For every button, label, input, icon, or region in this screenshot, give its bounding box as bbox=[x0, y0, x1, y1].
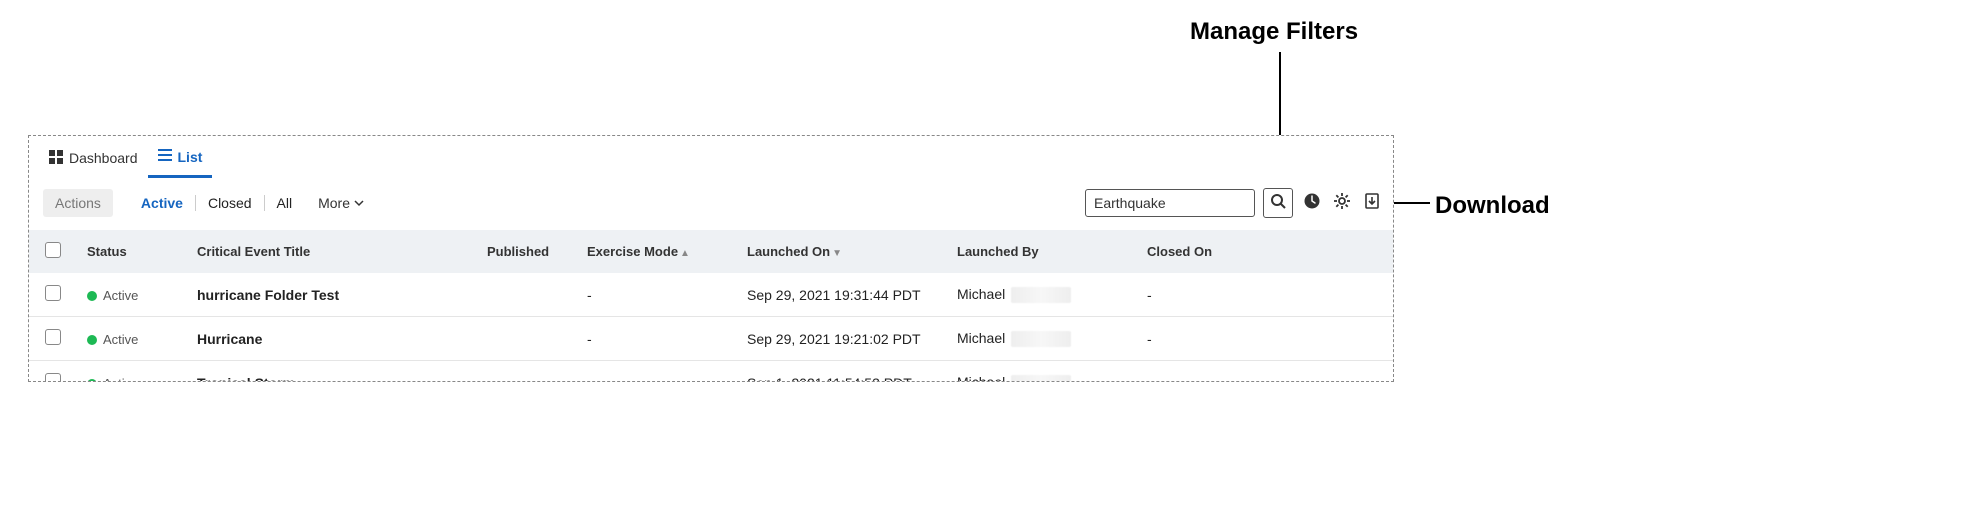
download-icon bbox=[1363, 192, 1381, 215]
launched-on-cell: Sep 1, 2021 11:54:53 PDT bbox=[737, 361, 947, 383]
col-label: Exercise Mode bbox=[587, 244, 678, 259]
toolbar: Actions Active Closed All More bbox=[29, 178, 1393, 230]
sort-asc-icon: ▲ bbox=[680, 248, 690, 259]
launched-on-cell: Sep 29, 2021 19:31:44 PDT bbox=[737, 273, 947, 317]
exercise-mode-cell: - bbox=[577, 361, 737, 383]
gear-icon bbox=[1333, 192, 1351, 215]
col-launched-by[interactable]: Launched By bbox=[947, 230, 1137, 273]
select-all-header[interactable] bbox=[29, 230, 77, 273]
launched-by-cell: Michael bbox=[947, 317, 1137, 361]
exercise-mode-cell: - bbox=[577, 273, 737, 317]
table-row[interactable]: Activehurricane Folder Test-Sep 29, 2021… bbox=[29, 273, 1393, 317]
row-checkbox[interactable] bbox=[29, 317, 77, 361]
exercise-mode-cell: - bbox=[577, 317, 737, 361]
right-tools bbox=[1085, 188, 1383, 218]
filter-more[interactable]: More bbox=[304, 195, 378, 211]
tab-label: Dashboard bbox=[69, 150, 138, 166]
filter-closed[interactable]: Closed bbox=[196, 195, 264, 211]
title-cell[interactable]: Tropical Storm bbox=[187, 361, 477, 383]
manage-filters-button[interactable] bbox=[1331, 192, 1353, 214]
status-cell: Active bbox=[77, 361, 187, 383]
col-published[interactable]: Published bbox=[477, 230, 577, 273]
table-row[interactable]: ActiveTropical Storm-Sep 1, 2021 11:54:5… bbox=[29, 361, 1393, 383]
checkbox-icon bbox=[45, 373, 61, 382]
status-text: Active bbox=[103, 332, 138, 347]
status-dot-icon bbox=[87, 335, 97, 345]
search-icon bbox=[1270, 193, 1286, 214]
annotation-manage-filters: Manage Filters bbox=[1190, 18, 1358, 46]
tab-list[interactable]: List bbox=[148, 142, 213, 178]
filter-active[interactable]: Active bbox=[129, 195, 195, 211]
event-list-panel: Dashboard List Actions Active Closed All… bbox=[28, 135, 1394, 382]
checkbox-icon bbox=[45, 242, 61, 258]
tab-label: List bbox=[178, 149, 203, 165]
filter-all[interactable]: All bbox=[265, 195, 305, 211]
col-exercise-mode[interactable]: Exercise Mode▲ bbox=[577, 230, 737, 273]
col-status[interactable]: Status bbox=[77, 230, 187, 273]
status-cell: Active bbox=[77, 273, 187, 317]
status-text: Active bbox=[103, 288, 138, 303]
status-cell: Active bbox=[77, 317, 187, 361]
status-dot-icon bbox=[87, 379, 97, 382]
checkbox-icon bbox=[45, 329, 61, 345]
events-table: Status Critical Event Title Published Ex… bbox=[29, 230, 1393, 382]
status-filter-group: Active Closed All More bbox=[129, 195, 378, 211]
status-text: Active bbox=[103, 376, 138, 383]
status-dot-icon bbox=[87, 291, 97, 301]
col-label: Launched On bbox=[747, 244, 830, 259]
published-cell bbox=[477, 317, 577, 361]
view-tabs: Dashboard List bbox=[29, 136, 1393, 178]
annotation-download: Download bbox=[1435, 192, 1550, 220]
search-button[interactable] bbox=[1263, 188, 1293, 218]
grid-icon bbox=[49, 150, 69, 167]
row-checkbox[interactable] bbox=[29, 273, 77, 317]
title-cell[interactable]: Hurricane bbox=[187, 317, 477, 361]
actions-button[interactable]: Actions bbox=[43, 189, 113, 217]
launched-by-cell: Michael bbox=[947, 273, 1137, 317]
launched-by-cell: Michael bbox=[947, 361, 1137, 383]
col-launched-on[interactable]: Launched On▼ bbox=[737, 230, 947, 273]
closed-on-cell: - bbox=[1137, 361, 1393, 383]
filter-more-label: More bbox=[318, 195, 350, 211]
published-cell bbox=[477, 273, 577, 317]
col-title[interactable]: Critical Event Title bbox=[187, 230, 477, 273]
redacted-text bbox=[1011, 331, 1071, 347]
row-checkbox[interactable] bbox=[29, 361, 77, 383]
list-icon bbox=[158, 148, 178, 165]
checkbox-icon bbox=[45, 285, 61, 301]
title-cell[interactable]: hurricane Folder Test bbox=[187, 273, 477, 317]
table-row[interactable]: ActiveHurricane-Sep 29, 2021 19:21:02 PD… bbox=[29, 317, 1393, 361]
download-button[interactable] bbox=[1361, 192, 1383, 214]
redacted-text bbox=[1011, 375, 1071, 382]
tab-dashboard[interactable]: Dashboard bbox=[39, 144, 148, 177]
closed-on-cell: - bbox=[1137, 317, 1393, 361]
search-input[interactable] bbox=[1085, 189, 1255, 217]
launched-on-cell: Sep 29, 2021 19:21:02 PDT bbox=[737, 317, 947, 361]
col-closed-on[interactable]: Closed On bbox=[1137, 230, 1393, 273]
published-cell bbox=[477, 361, 577, 383]
redacted-text bbox=[1011, 287, 1071, 303]
sort-desc-icon: ▼ bbox=[832, 248, 842, 259]
clock-icon bbox=[1303, 192, 1321, 215]
chevron-down-icon bbox=[354, 198, 364, 208]
closed-on-cell: - bbox=[1137, 273, 1393, 317]
table-header-row: Status Critical Event Title Published Ex… bbox=[29, 230, 1393, 273]
clock-button[interactable] bbox=[1301, 192, 1323, 214]
